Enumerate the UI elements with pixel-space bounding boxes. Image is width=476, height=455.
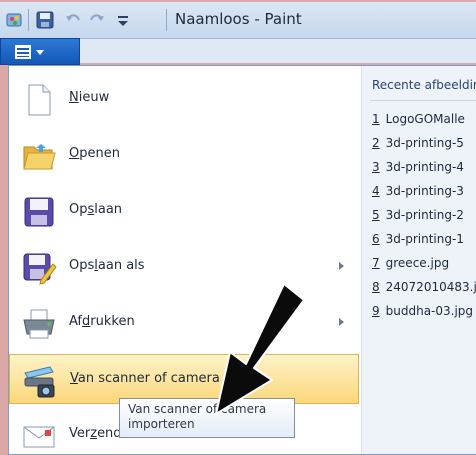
recent-picture-item[interactable]: 6 3d-printing-1	[372, 232, 464, 246]
file-menu-button[interactable]	[0, 38, 80, 65]
recent-item-name: greece.jpg	[385, 256, 450, 270]
recent-pictures-title: Recente afbeeldingen	[372, 78, 476, 92]
menu-list-icon	[15, 45, 31, 59]
recent-item-number: 7	[372, 256, 380, 270]
recent-picture-item[interactable]: 7 greece.jpg	[372, 256, 449, 270]
scanner-camera-icon	[22, 363, 58, 399]
menu-item-label: Afdrukken	[69, 314, 135, 329]
title-bar: Naamloos - Paint	[0, 2, 476, 39]
recent-item-name: 24072010483.jpg	[385, 280, 476, 294]
menu-item-label: Openen	[69, 146, 120, 161]
recent-item-name: 3d-printing-2	[385, 208, 464, 222]
recent-picture-item[interactable]: 4 3d-printing-3	[372, 184, 464, 198]
recent-item-number: 6	[372, 232, 380, 246]
recent-picture-item[interactable]: 2 3d-printing-5	[372, 136, 464, 150]
menu-item-openen[interactable]: Openen	[9, 130, 359, 180]
recent-pictures-panel: Recente afbeeldingen 1 LogoGOMalle 2 3d-pri…	[361, 66, 476, 454]
send-email-icon	[21, 418, 57, 454]
recent-item-name: 3d-printing-4	[385, 160, 464, 174]
printer-icon	[21, 306, 57, 342]
recent-item-name: 3d-printing-5	[385, 136, 464, 150]
menu-item-nieuw[interactable]: Nieuw	[9, 74, 359, 124]
recent-item-number: 9	[372, 304, 380, 318]
save-icon[interactable]	[36, 11, 54, 29]
chevron-down-icon	[36, 50, 44, 55]
menu-item-label: Opslaan als	[69, 258, 145, 273]
window-title: Naamloos - Paint	[175, 10, 302, 28]
paint-app-icon[interactable]	[6, 11, 24, 29]
menu-item-label: Nieuw	[69, 90, 110, 105]
paint-window: Naamloos - Paint Nieuw Openen Opslaan Opsla…	[0, 0, 476, 455]
recent-item-name: 3d-printing-3	[385, 184, 464, 198]
recent-item-name: 3d-printing-1	[385, 232, 464, 246]
recent-picture-item[interactable]: 1 LogoGOMalle	[372, 112, 465, 126]
recent-item-number: 8	[372, 280, 380, 294]
recent-item-number: 5	[372, 208, 380, 222]
chevron-right-icon	[339, 318, 344, 326]
save-icon	[21, 194, 57, 230]
menu-item-label: Van scanner of camera	[70, 371, 220, 386]
recent-item-name: buddha-03.jpg	[385, 304, 474, 318]
recent-item-number: 2	[372, 136, 380, 150]
new-document-icon	[21, 82, 57, 118]
recent-picture-item[interactable]: 9 buddha-03.jpg	[372, 304, 473, 318]
pointer-arrow-icon	[215, 283, 305, 415]
undo-icon[interactable]	[64, 11, 82, 29]
toolbar-separator	[28, 9, 29, 31]
recent-item-number: 4	[372, 184, 380, 198]
chevron-right-icon	[339, 262, 344, 270]
recent-picture-item[interactable]: 5 3d-printing-2	[372, 208, 464, 222]
recent-picture-item[interactable]: 3 3d-printing-4	[372, 160, 464, 174]
recent-item-number: 3	[372, 160, 380, 174]
recent-picture-item[interactable]: 8 24072010483.jpg	[372, 280, 476, 294]
save-as-icon	[21, 250, 57, 286]
customize-dropdown-icon[interactable]	[116, 12, 130, 28]
open-folder-icon	[21, 138, 57, 174]
redo-icon[interactable]	[88, 11, 106, 29]
recent-item-number: 1	[372, 112, 380, 126]
toolbar-separator	[166, 9, 167, 31]
recent-item-name: LogoGOMalle	[385, 112, 465, 126]
menu-item-opslaan[interactable]: Opslaan	[9, 186, 359, 236]
menu-item-label: Opslaan	[69, 202, 123, 217]
divider	[370, 100, 476, 101]
